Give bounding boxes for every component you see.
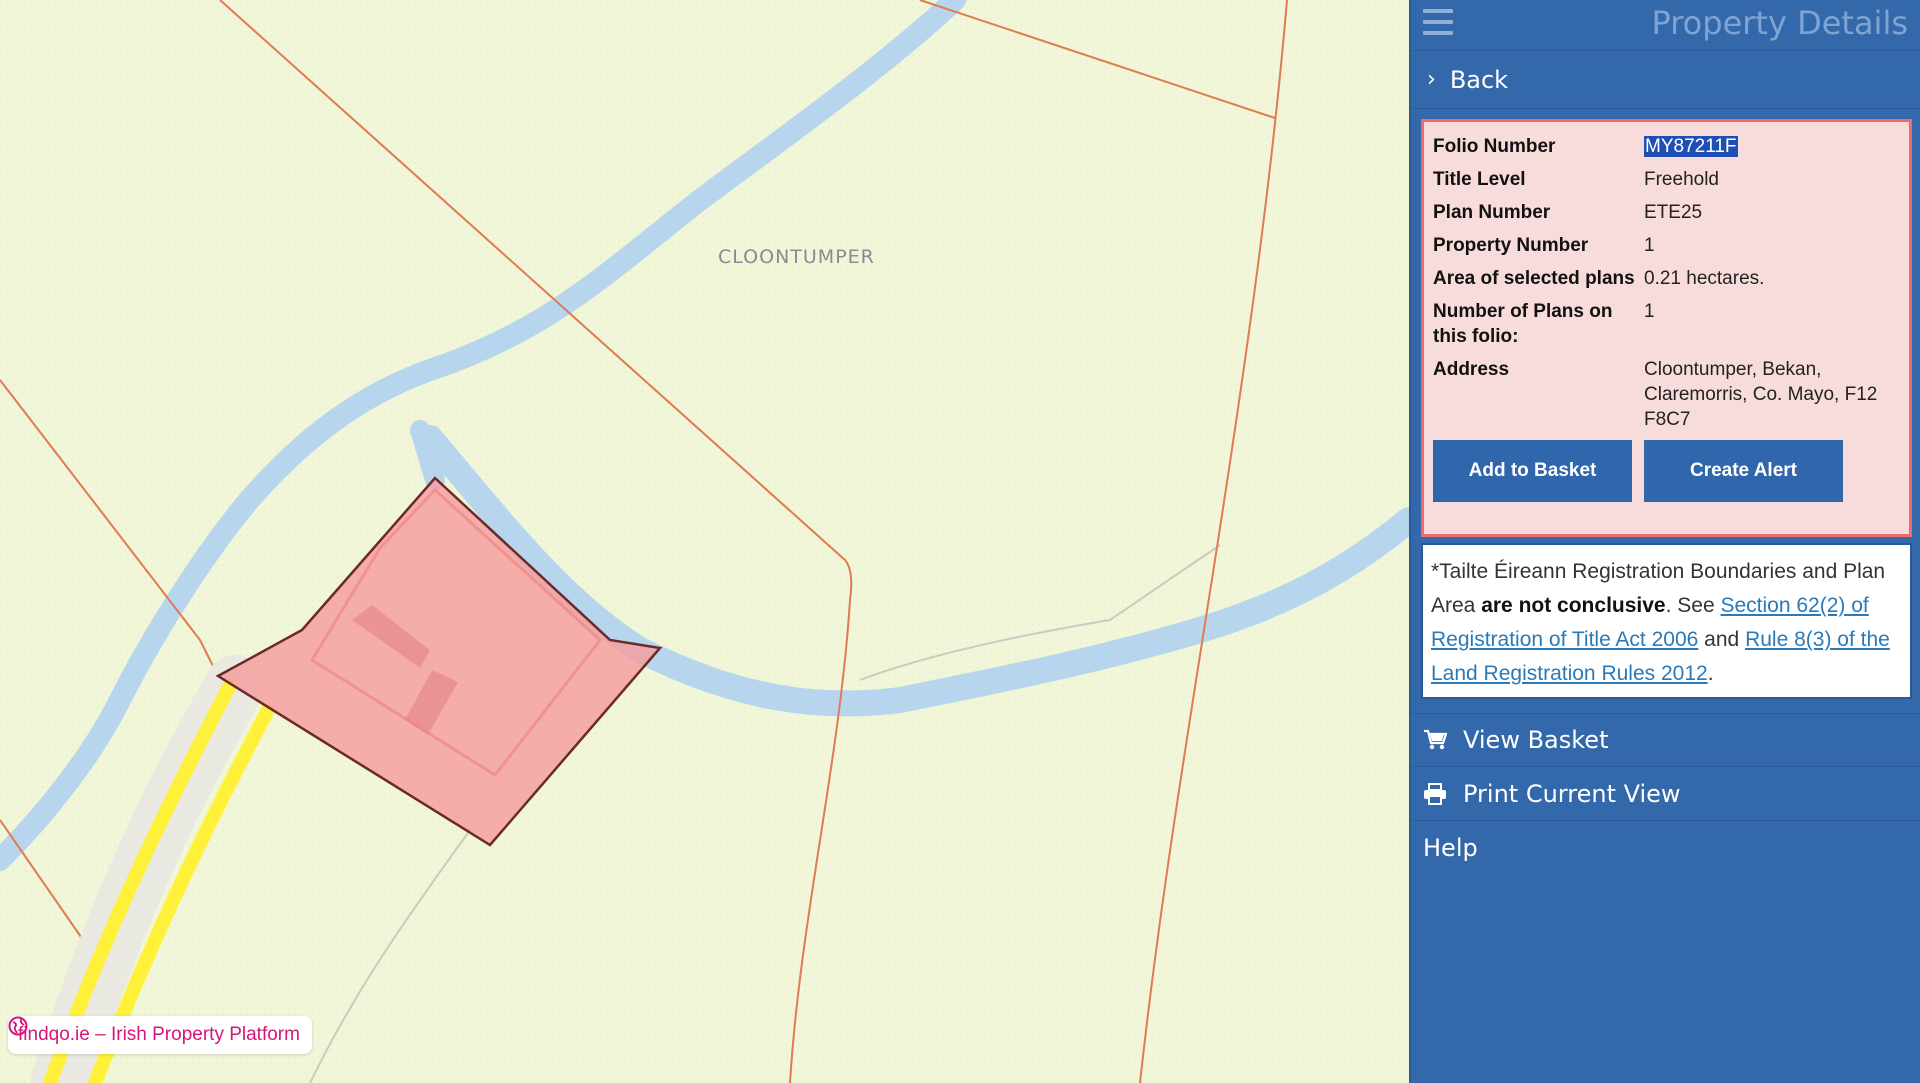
detail-value: Cloontumper, Bekan, Claremorris, Co. May… <box>1644 359 1878 430</box>
detail-label: Number of Plans on this folio: <box>1433 301 1613 347</box>
property-details-box: Folio Number MY87211F Title Level Freeho… <box>1421 119 1912 537</box>
print-view-label: Print Current View <box>1463 779 1681 808</box>
help-button[interactable]: Help <box>1411 821 1920 875</box>
panel-title: Property Details <box>1651 4 1908 42</box>
notice-text: and <box>1704 628 1740 651</box>
disclaimer-notice: *Tailte Éireann Registration Boundaries … <box>1421 543 1912 699</box>
back-label: Back <box>1449 65 1509 94</box>
detail-row: Area of selected plans 0.21 hectares. <box>1433 266 1897 291</box>
detail-label: Title Level <box>1433 169 1526 190</box>
notice-text: . <box>1707 662 1714 685</box>
details-actions: Add to Basket Create Alert <box>1433 440 1897 502</box>
folio-number-value[interactable]: MY87211F <box>1644 136 1738 157</box>
detail-value: 1 <box>1644 235 1655 256</box>
detail-value: Freehold <box>1644 169 1719 190</box>
detail-row: Property Number 1 <box>1433 233 1897 258</box>
help-label: Help <box>1423 834 1478 862</box>
view-basket-button[interactable]: View Basket <box>1411 713 1920 767</box>
detail-value[interactable]: MY87211F <box>1644 134 1897 159</box>
detail-label: Plan Number <box>1433 202 1551 223</box>
globe-icon <box>8 1016 28 1036</box>
notice-bold: are not conclusive <box>1481 594 1666 617</box>
detail-row: Address Cloontumper, Bekan, Claremorris,… <box>1433 357 1897 432</box>
add-to-basket-button[interactable]: Add to Basket <box>1433 440 1632 502</box>
watermark-text: findqo.ie – Irish Property Platform <box>18 1024 300 1045</box>
detail-label: Address <box>1433 359 1510 380</box>
cart-icon <box>1423 729 1451 751</box>
property-details-panel: Property Details › Back Folio Number MY8… <box>1409 0 1920 1083</box>
detail-label: Area of selected plans <box>1433 268 1635 289</box>
create-alert-button[interactable]: Create Alert <box>1644 440 1843 502</box>
detail-row: Number of Plans on this folio: 1 <box>1433 299 1897 349</box>
chevron-right-icon: › <box>1427 67 1436 92</box>
back-button[interactable]: › Back <box>1411 51 1920 109</box>
detail-value: 1 <box>1644 301 1655 322</box>
detail-row: Title Level Freehold <box>1433 167 1897 192</box>
watermark-badge: findqo.ie – Irish Property Platform <box>8 1016 312 1054</box>
printer-icon <box>1423 782 1451 805</box>
detail-value: 0.21 hectares. <box>1644 268 1765 289</box>
panel-header: Property Details <box>1411 0 1920 51</box>
detail-label: Property Number <box>1433 235 1589 256</box>
notice-text: . See <box>1665 594 1715 617</box>
detail-value: ETE25 <box>1644 202 1703 223</box>
detail-label: Folio Number <box>1433 136 1556 157</box>
print-view-button[interactable]: Print Current View <box>1411 767 1920 821</box>
place-label: CLOONTUMPER <box>718 246 875 268</box>
map-view[interactable]: CLOONTUMPER findqo.ie – Irish Property P… <box>0 0 1409 1083</box>
detail-row: Folio Number MY87211F <box>1433 134 1897 159</box>
map-canvas[interactable] <box>0 0 1409 1083</box>
view-basket-label: View Basket <box>1463 726 1609 754</box>
hamburger-menu-icon[interactable] <box>1423 9 1453 35</box>
detail-row: Plan Number ETE25 <box>1433 200 1897 225</box>
